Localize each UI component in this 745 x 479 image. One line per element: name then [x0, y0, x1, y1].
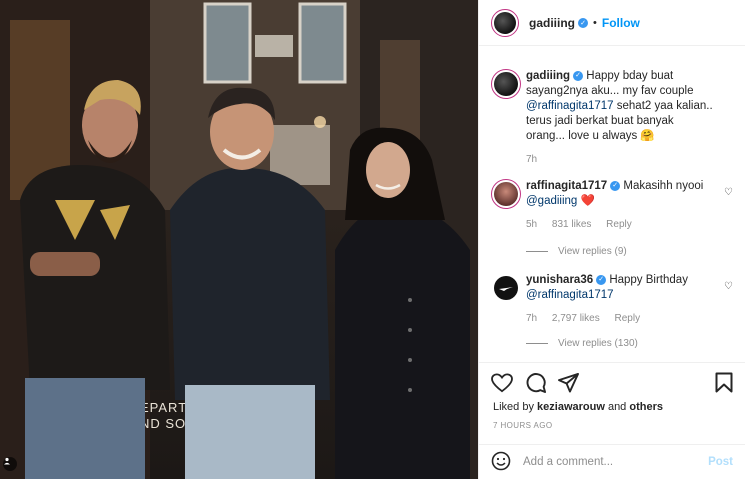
verified-badge-icon: ✓ [596, 274, 607, 285]
verified-badge-icon: ✓ [610, 180, 621, 191]
post-timestamp[interactable]: 7 HOURS AGO [493, 421, 553, 430]
post-actions [479, 362, 745, 402]
reply-button[interactable]: Reply [606, 219, 632, 230]
caption-mention[interactable]: @raffinagita1717 [526, 100, 614, 112]
comment-avatar[interactable] [491, 179, 521, 209]
comment-likes[interactable]: 831 likes [552, 219, 591, 230]
comment-input[interactable]: Add a comment... [523, 456, 613, 468]
view-replies-button[interactable]: View replies (130) [526, 338, 715, 349]
like-comment-heart-icon[interactable]: ♡ [724, 281, 733, 292]
caption-text: gadiiing ✓ Happy bday buat sayang2nya aku… [526, 69, 715, 144]
comment-text: raffinagita1717 ✓ Makasihh nyooi @gadiiin… [526, 179, 715, 209]
post-button[interactable]: Post [708, 456, 733, 468]
comment-body: Happy Birthday [606, 274, 688, 286]
caption-time: 7h [526, 154, 538, 165]
liked-by-others[interactable]: others [629, 401, 663, 413]
comment-bubble-icon[interactable] [525, 372, 546, 393]
follow-button[interactable]: Follow [602, 16, 640, 30]
comment-mention[interactable]: @raffinagita1717 [526, 289, 614, 301]
caption-username[interactable]: gadiiing [526, 70, 570, 82]
view-replies-line [526, 251, 548, 252]
caption-avatar[interactable] [491, 69, 521, 99]
comment-item: raffinagita1717 ✓ Makasihh nyooi @gadiiin… [479, 179, 745, 257]
comment-text: yunishara36 ✓ Happy Birthday @raffinagita… [526, 273, 715, 303]
author-avatar[interactable] [491, 8, 519, 37]
view-replies-button[interactable]: View replies (9) [526, 246, 715, 257]
liked-by-prefix: Liked by [493, 401, 538, 413]
verified-badge-icon: ✓ [578, 17, 588, 28]
post-photo[interactable]: EPART ND SOC [0, 0, 478, 479]
emoji-smiley-icon[interactable] [491, 451, 511, 474]
heart-emoji: ❤️ [580, 195, 595, 207]
save-bookmark-icon[interactable] [715, 372, 733, 393]
verified-badge-icon: ✓ [573, 70, 584, 81]
comments-list[interactable]: gadiiing ✓ Happy bday buat sayang2nya aku… [479, 55, 745, 362]
comment-mention[interactable]: @gadiiing [526, 195, 577, 207]
post-sidebar: gadiiing ✓ • Follow gadiiing ✓ Happy bday… [478, 0, 745, 479]
comment-likes[interactable]: 2,797 likes [552, 313, 600, 324]
author-username[interactable]: gadiiing [529, 16, 575, 30]
liked-by-and: and [604, 401, 630, 413]
view-replies-line [526, 343, 548, 344]
comment-meta: 5h 831 likes Reply [526, 219, 715, 230]
view-replies-label: View replies (9) [558, 246, 627, 257]
post-header: gadiiing ✓ • Follow [479, 0, 745, 46]
add-comment-bar: Add a comment... Post [479, 444, 745, 479]
comment-username[interactable]: raffinagita1717 [526, 180, 607, 192]
comment-meta: 7h 2,797 likes Reply [526, 313, 715, 324]
view-replies-label: View replies (130) [558, 338, 638, 349]
caption: gadiiing ✓ Happy bday buat sayang2nya aku… [479, 69, 745, 165]
comment-username[interactable]: yunishara36 [526, 274, 593, 286]
caption-meta: 7h [526, 154, 715, 165]
header-separator: • [593, 16, 597, 29]
comment-avatar[interactable] [491, 273, 521, 303]
comment-time: 5h [526, 219, 538, 230]
liked-by: Liked by keziawarouw and others [493, 401, 663, 413]
comment-time: 7h [526, 313, 538, 324]
photo-illustration: EPART ND SOC [0, 0, 478, 479]
liked-by-user[interactable]: keziawarouw [537, 401, 605, 413]
share-paper-plane-icon[interactable] [558, 372, 579, 393]
like-comment-heart-icon[interactable]: ♡ [724, 187, 733, 198]
like-heart-icon[interactable] [491, 372, 513, 393]
sign-text-1: EPART [140, 400, 187, 415]
comment-body: Makasihh nyooi [620, 180, 704, 192]
reply-button[interactable]: Reply [615, 313, 641, 324]
user-tag-icon[interactable] [3, 457, 17, 471]
comment-item: yunishara36 ✓ Happy Birthday @raffinagita… [479, 273, 745, 349]
